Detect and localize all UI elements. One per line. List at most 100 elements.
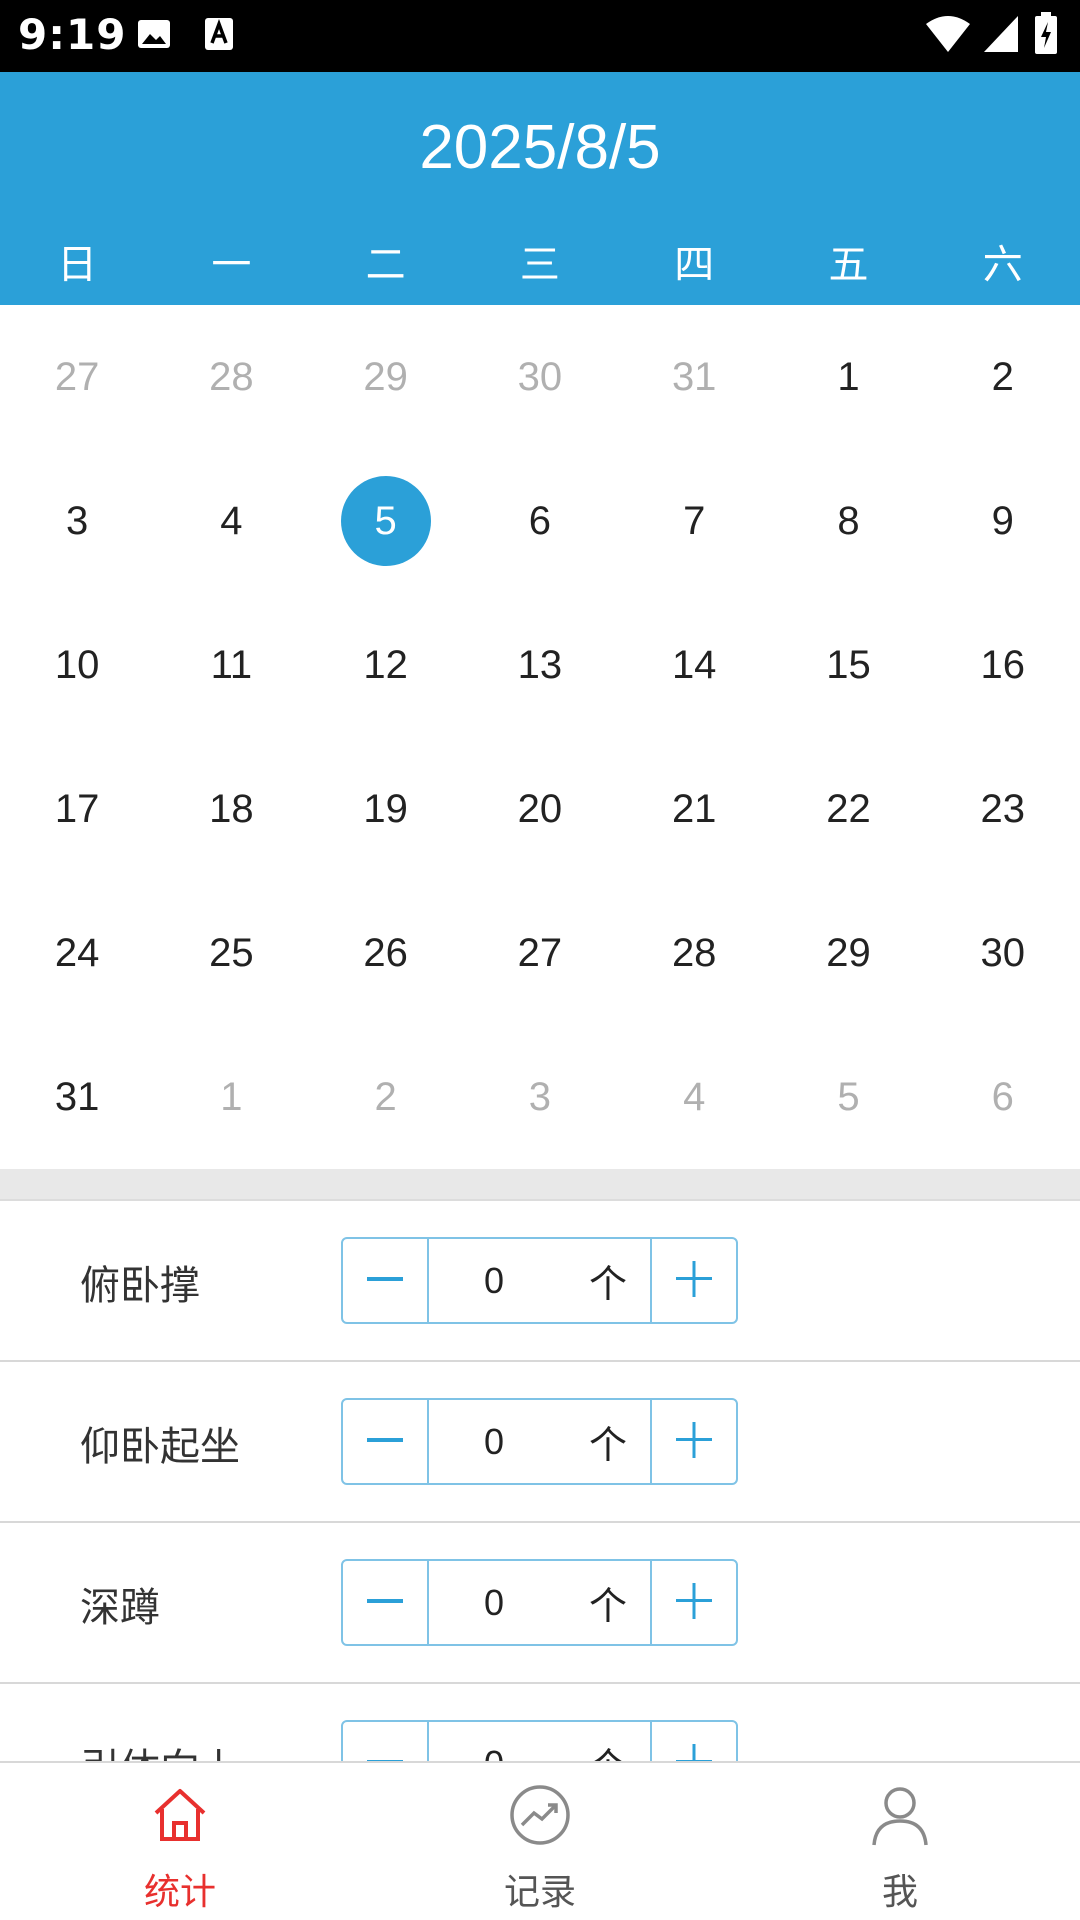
calendar-day-number: 19 <box>363 786 408 831</box>
calendar-day[interactable]: 27 <box>463 881 617 1025</box>
exercise-name: 引体向上 <box>80 1736 240 1761</box>
nav-label: 记录 <box>503 1872 576 1913</box>
status-time: 9:19 <box>18 10 127 59</box>
calendar-day[interactable]: 21 <box>617 737 771 881</box>
increment-button[interactable] <box>650 1400 736 1483</box>
calendar-day-number: 10 <box>54 642 100 687</box>
decrement-button[interactable] <box>343 1400 429 1483</box>
calendar-day-number: 30 <box>980 930 1025 975</box>
calendar-day[interactable]: 1 <box>154 1025 308 1169</box>
calendar-day[interactable]: 22 <box>771 737 925 881</box>
count-stepper: 0个 <box>341 1720 738 1761</box>
calendar-day[interactable]: 16 <box>926 593 1080 737</box>
current-date-title: 2025/8/5 <box>419 113 661 182</box>
calendar-day-number: 5 <box>837 1074 860 1119</box>
decrement-button[interactable] <box>343 1722 429 1761</box>
calendar-day[interactable]: 17 <box>0 737 154 881</box>
calendar-day-number: 31 <box>671 354 717 399</box>
calendar-day[interactable]: 2 <box>926 305 1080 449</box>
cell-signal-icon <box>982 14 1020 58</box>
calendar-day[interactable]: 29 <box>771 881 925 1025</box>
calendar-day[interactable]: 30 <box>463 305 617 449</box>
calendar-day-number: 30 <box>517 354 563 399</box>
calendar-day-number: 27 <box>517 930 563 975</box>
nav-label: 我 <box>881 1872 918 1913</box>
calendar-day[interactable]: 24 <box>0 881 154 1025</box>
minus-icon <box>365 1742 405 1761</box>
count-value[interactable]: 0 <box>429 1260 559 1302</box>
calendar-day-number: 7 <box>683 498 706 543</box>
calendar-day[interactable]: 28 <box>154 305 308 449</box>
calendar-day-number: 4 <box>220 498 243 543</box>
calendar-day-number: 21 <box>671 786 717 831</box>
calendar-day-number: 20 <box>517 786 563 831</box>
calendar-day-number: 14 <box>671 642 717 687</box>
calendar-day[interactable]: 25 <box>154 881 308 1025</box>
increment-button[interactable] <box>650 1239 736 1322</box>
nav-item-me[interactable]: 我 <box>720 1763 1080 1920</box>
calendar-week-row: 17 18 19 20 21 22 23 <box>0 737 1080 881</box>
nav-item-records[interactable]: 记录 <box>360 1763 720 1920</box>
calendar-day-number: 17 <box>54 786 100 831</box>
decrement-button[interactable] <box>343 1561 429 1644</box>
calendar-day-number: 18 <box>209 786 254 831</box>
count-display: 0个 <box>429 1239 650 1322</box>
calendar-day[interactable]: 4 <box>617 1025 771 1169</box>
image-notification-icon <box>136 16 172 56</box>
calendar-day-number: 29 <box>363 354 408 399</box>
calendar-day[interactable]: 8 <box>771 449 925 593</box>
plus-icon <box>674 1259 714 1303</box>
calendar-day-number: 24 <box>54 930 100 975</box>
count-value[interactable]: 0 <box>429 1582 559 1624</box>
calendar-day[interactable]: 10 <box>0 593 154 737</box>
calendar-day[interactable]: 28 <box>617 881 771 1025</box>
calendar-day-number: 9 <box>991 498 1014 543</box>
count-value[interactable]: 0 <box>429 1421 559 1463</box>
exercise-name: 俯卧撑 <box>80 1263 200 1309</box>
calendar-day[interactable]: 31 <box>617 305 771 449</box>
nav-label: 统计 <box>143 1872 216 1913</box>
increment-button[interactable] <box>650 1722 736 1761</box>
calendar-day-number: 6 <box>991 1074 1014 1119</box>
increment-button[interactable] <box>650 1561 736 1644</box>
calendar-day[interactable]: 7 <box>617 449 771 593</box>
calendar-day[interactable]: 14 <box>617 593 771 737</box>
calendar-day-number: 29 <box>826 930 871 975</box>
decrement-button[interactable] <box>343 1239 429 1322</box>
calendar-day[interactable]: 2 <box>309 1025 463 1169</box>
calendar-day[interactable]: 20 <box>463 737 617 881</box>
weekday-label: 五 <box>828 242 869 288</box>
calendar-day[interactable]: 26 <box>309 881 463 1025</box>
calendar-day[interactable]: 29 <box>309 305 463 449</box>
nav-item-stats[interactable]: 统计 <box>0 1763 360 1920</box>
calendar-day[interactable]: 11 <box>154 593 308 737</box>
calendar-day-number: 26 <box>363 930 408 975</box>
calendar-day[interactable]: 6 <box>463 449 617 593</box>
calendar-day-number: 28 <box>671 930 717 975</box>
calendar-day[interactable]: 18 <box>154 737 308 881</box>
calendar-day[interactable]: 9 <box>926 449 1080 593</box>
count-value[interactable]: 0 <box>429 1743 559 1762</box>
calendar-day[interactable]: 4 <box>154 449 308 593</box>
calendar-day[interactable]: 3 <box>0 449 154 593</box>
calendar-day-number: 28 <box>209 354 254 399</box>
home-icon <box>148 1783 212 1851</box>
calendar-week-row: 10 11 12 13 14 15 16 <box>0 593 1080 737</box>
minus-icon <box>365 1420 405 1464</box>
calendar-day-number: 3 <box>528 1074 552 1119</box>
calendar-day[interactable]: 19 <box>309 737 463 881</box>
calendar-day[interactable]: 1 <box>771 305 925 449</box>
calendar-day[interactable]: 15 <box>771 593 925 737</box>
calendar-day[interactable]: 27 <box>0 305 154 449</box>
calendar-day[interactable]: 6 <box>926 1025 1080 1169</box>
calendar-day-number: 5 <box>374 498 397 543</box>
calendar-day[interactable]: 12 <box>309 593 463 737</box>
calendar-day-number: 25 <box>209 930 254 975</box>
calendar-day[interactable]: 31 <box>0 1025 154 1169</box>
calendar-day[interactable]: 23 <box>926 737 1080 881</box>
calendar-day[interactable]: 30 <box>926 881 1080 1025</box>
calendar-day[interactable]: 13 <box>463 593 617 737</box>
calendar-day[interactable]: 3 <box>463 1025 617 1169</box>
calendar-day-selected[interactable]: 5 <box>309 449 463 593</box>
calendar-day[interactable]: 5 <box>771 1025 925 1169</box>
